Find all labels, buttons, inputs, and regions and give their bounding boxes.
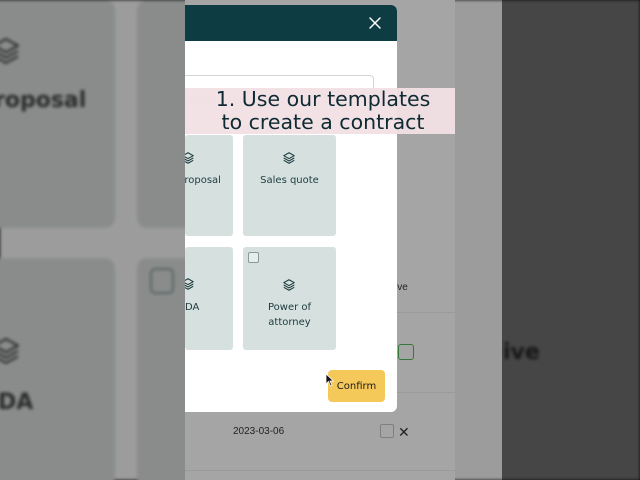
template-card-power-of-attorney[interactable]: Power of attorney	[243, 247, 336, 350]
template-label-line: attorney	[268, 317, 311, 328]
caption-overlay: 1. Use our templates to create a contrac…	[185, 88, 455, 134]
caption-line: 1. Use our templates	[215, 87, 431, 111]
template-card-sales-quote[interactable]: Sales quote	[243, 135, 336, 236]
layers-icon	[185, 152, 194, 164]
screen: roposal DA ive ive 2023-03-06 ✕	[0, 0, 640, 480]
background-right-shade	[502, 0, 640, 480]
caption-line: to create a contract	[221, 110, 425, 134]
layers-icon	[283, 152, 295, 164]
template-card-proposal[interactable]: proposal	[185, 135, 233, 236]
layers-icon	[283, 279, 295, 291]
template-card-nda[interactable]: DA	[185, 247, 233, 350]
confirm-button[interactable]: Confirm	[328, 370, 385, 402]
template-checkbox[interactable]	[248, 252, 259, 263]
close-icon[interactable]	[367, 15, 383, 31]
template-label: Power of attorney	[243, 300, 336, 330]
template-label: Sales quote	[260, 175, 319, 186]
mouse-cursor-icon	[325, 373, 335, 387]
template-label-line: Power of	[267, 302, 312, 313]
template-label: proposal	[185, 175, 221, 186]
template-modal: proposal Sales quote DA Power of attorne…	[185, 5, 397, 412]
template-label: DA	[185, 302, 200, 313]
modal-header	[185, 5, 397, 41]
layers-icon	[185, 278, 194, 290]
